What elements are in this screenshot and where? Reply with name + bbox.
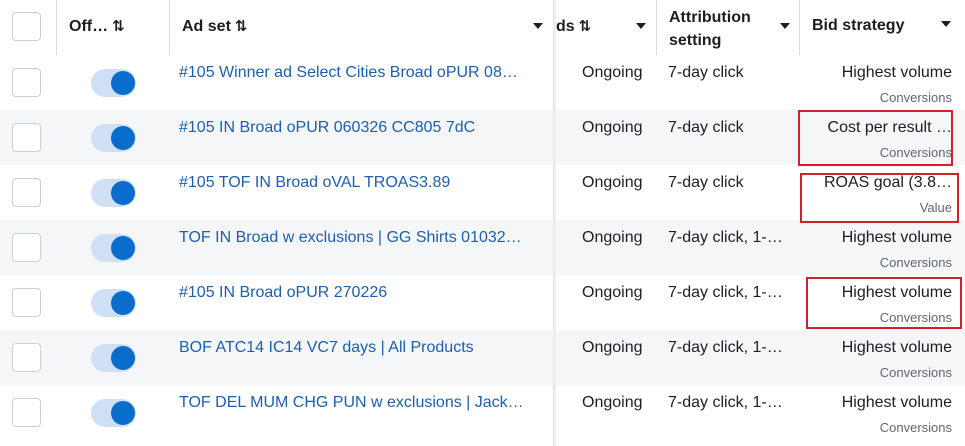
bid-strategy-value: Highest volume [841,284,952,301]
attribution-setting-value: 7-day click, 1-… [668,394,783,411]
toggle-knob [111,291,135,315]
attribution-setting-value: 7-day click [668,64,744,81]
header-bid-strategy[interactable]: Bid strategy [800,0,965,55]
bid-strategy-cell: Highest volume Conversions [800,220,965,275]
toggle-knob [111,181,135,205]
table-row[interactable]: BOF ATC14 IC14 VC7 days | All Products O… [0,330,965,385]
delivery-status: Ongoing [582,64,643,81]
header-select-all-cell [0,0,57,55]
toggle-knob [111,236,135,260]
attribution-setting-value: 7-day click [668,174,744,191]
delivery-status: Ongoing [582,174,643,191]
on-off-toggle[interactable] [91,344,136,372]
header-off-on[interactable]: Off… ⇅ [57,0,170,55]
bid-strategy-cell: ROAS goal (3.8… Value [800,165,965,220]
chevron-down-icon[interactable] [533,23,543,29]
bid-strategy-subtext: Conversions [879,145,952,160]
table-row[interactable]: #105 TOF IN Broad oVAL TROAS3.89 Ongoing… [0,165,965,220]
ad-set-name-link[interactable]: #105 IN Broad oPUR 270226 [179,284,539,302]
bid-strategy-subtext: Conversions [879,310,952,325]
bid-strategy-value: Highest volume [841,339,952,356]
on-off-toggle[interactable] [91,234,136,262]
bid-strategy-subtext: Conversions [879,90,952,105]
sort-icon[interactable]: ⇅ [112,18,125,35]
chevron-down-icon[interactable] [941,21,951,27]
on-off-toggle[interactable] [91,179,136,207]
bid-strategy-subtext: Conversions [879,365,952,380]
bid-strategy-value: Highest volume [841,64,952,81]
chevron-down-icon[interactable] [780,23,790,29]
table-row[interactable]: TOF DEL MUM CHG PUN w exclusions | Jack…… [0,385,965,440]
row-checkbox[interactable] [12,68,41,97]
attribution-setting-value: 7-day click, 1-… [668,339,783,356]
chevron-down-icon[interactable] [636,23,646,29]
select-all-checkbox[interactable] [12,12,41,41]
on-off-toggle[interactable] [91,124,136,152]
bid-strategy-subtext: Value [919,200,952,215]
header-results-label: ds [556,18,575,35]
bid-strategy-value: Highest volume [841,394,952,411]
on-off-toggle[interactable] [91,69,136,97]
row-checkbox[interactable] [12,123,41,152]
delivery-status: Ongoing [582,284,643,301]
bid-strategy-cell: Cost per result … Conversions [800,110,965,165]
ad-set-name-link[interactable]: #105 Winner ad Select Cities Broad oPUR … [179,64,539,82]
bid-strategy-cell: Highest volume Conversions [800,385,965,440]
on-off-toggle[interactable] [91,289,136,317]
row-checkbox[interactable] [12,288,41,317]
header-attribution-setting[interactable]: Attribution setting [657,0,800,55]
table-row[interactable]: TOF IN Broad w exclusions | GG Shirts 01… [0,220,965,275]
sort-icon[interactable]: ⇅ [235,18,248,35]
toggle-knob [111,71,135,95]
bid-strategy-cell: Highest volume Conversions [800,330,965,385]
header-results[interactable]: ds ⇅ [556,0,657,55]
row-checkbox[interactable] [12,398,41,427]
bid-strategy-value: ROAS goal (3.8… [823,174,952,191]
row-checkbox[interactable] [12,343,41,372]
table-header: Off… ⇅ Ad set ⇅ ds ⇅ Attribution setting Bi… [0,0,965,55]
header-attribution-line1: Attribution [669,9,751,26]
delivery-status: Ongoing [582,394,643,411]
attribution-setting-value: 7-day click, 1-… [668,284,783,301]
toggle-knob [111,401,135,425]
sort-icon[interactable]: ⇅ [579,18,592,35]
ad-set-name-link[interactable]: TOF IN Broad w exclusions | GG Shirts 01… [179,229,539,247]
ad-set-name-link[interactable]: TOF DEL MUM CHG PUN w exclusions | Jack… [179,394,539,412]
row-checkbox[interactable] [12,233,41,262]
ad-set-name-link[interactable]: #105 TOF IN Broad oVAL TROAS3.89 [179,174,539,192]
bid-strategy-subtext: Conversions [879,420,952,435]
header-off-on-label: Off… [69,18,109,35]
on-off-toggle[interactable] [91,399,136,427]
delivery-status: Ongoing [582,339,643,356]
ad-set-name-link[interactable]: BOF ATC14 IC14 VC7 days | All Products [179,339,539,357]
attribution-setting-value: 7-day click [668,119,744,136]
header-ad-set[interactable]: Ad set ⇅ [170,0,554,55]
header-attribution-line2: setting [669,32,722,49]
ad-set-name-link[interactable]: #105 IN Broad oPUR 060326 CC805 7dC [179,119,539,137]
frozen-column-divider[interactable] [553,0,556,446]
bid-strategy-value: Cost per result … [827,119,952,136]
table-row[interactable]: #105 IN Broad oPUR 270226 Ongoing 7-day … [0,275,965,330]
delivery-status: Ongoing [582,119,643,136]
table-row[interactable]: #105 Winner ad Select Cities Broad oPUR … [0,55,965,110]
bid-strategy-subtext: Conversions [879,255,952,270]
row-checkbox[interactable] [12,178,41,207]
bid-strategy-cell: Highest volume Conversions [800,275,965,330]
bid-strategy-value: Highest volume [841,229,952,246]
attribution-setting-value: 7-day click, 1-… [668,229,783,246]
delivery-status: Ongoing [582,229,643,246]
toggle-knob [111,346,135,370]
header-ad-set-label: Ad set [182,18,231,35]
header-bid-strategy-label: Bid strategy [812,17,905,34]
table-row[interactable]: #105 IN Broad oPUR 060326 CC805 7dC Ongo… [0,110,965,165]
toggle-knob [111,126,135,150]
bid-strategy-cell: Highest volume Conversions [800,55,965,110]
